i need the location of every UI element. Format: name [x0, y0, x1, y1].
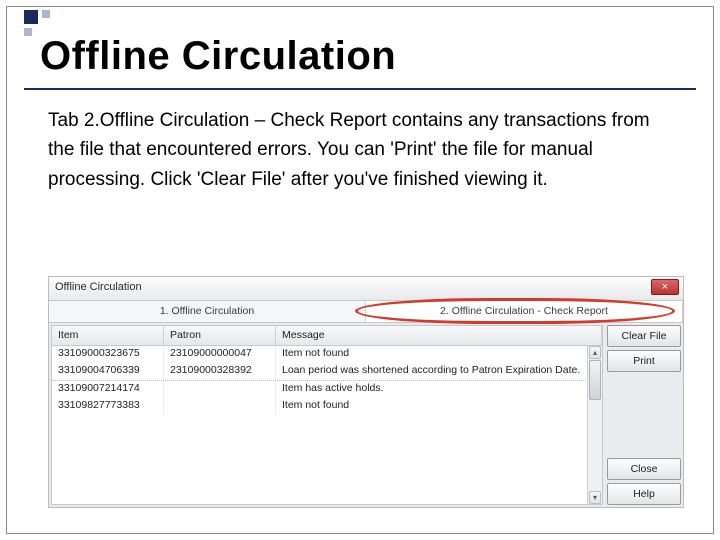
cell-patron: 23109000000047 [164, 346, 276, 363]
window-titlebar: Offline Circulation × [49, 277, 683, 301]
embedded-screenshot: Offline Circulation × 1. Offline Circula… [48, 276, 684, 508]
clear-file-button[interactable]: Clear File [607, 325, 681, 347]
cell-patron [164, 381, 276, 398]
cell-item: 33109000323675 [52, 346, 164, 363]
tab-bar: 1. Offline Circulation 2. Offline Circul… [49, 301, 683, 323]
slide-title: Offline Circulation [40, 34, 396, 79]
cell-item: 33109004706339 [52, 363, 164, 380]
col-patron[interactable]: Patron [164, 326, 276, 345]
close-icon: × [662, 281, 668, 293]
close-button[interactable]: Close [607, 458, 681, 480]
tab-label: 1. Offline Circulation [160, 305, 254, 317]
print-button[interactable]: Print [607, 350, 681, 372]
slide-body-text: Tab 2.Offline Circulation – Check Report… [48, 106, 680, 194]
scroll-thumb[interactable] [589, 360, 601, 400]
cell-patron: 23109000328392 [164, 363, 276, 380]
cell-patron [164, 398, 276, 415]
table-header: Item Patron Message [52, 326, 602, 346]
col-message[interactable]: Message [276, 326, 602, 345]
cell-message: Item not found [276, 346, 602, 363]
cell-message: Item has active holds. [276, 381, 602, 398]
report-table: Item Patron Message 33109000323675 23109… [51, 325, 603, 505]
table-row[interactable]: 33109000323675 23109000000047 Item not f… [52, 346, 602, 363]
cell-item: 33109827773383 [52, 398, 164, 415]
title-rule [24, 88, 696, 90]
scroll-up-icon[interactable]: ▴ [589, 346, 601, 359]
window-title: Offline Circulation [55, 281, 142, 293]
button-column: Clear File Print Close Help [605, 323, 683, 507]
col-item[interactable]: Item [52, 326, 164, 345]
table-body: 33109000323675 23109000000047 Item not f… [52, 346, 602, 415]
table-row[interactable]: 33109007214174 Item has active holds. [52, 381, 602, 398]
table-row[interactable]: 33109004706339 23109000328392 Loan perio… [52, 363, 602, 380]
window-close-button[interactable]: × [651, 279, 679, 295]
tab-check-report[interactable]: 2. Offline Circulation - Check Report [366, 301, 683, 322]
scroll-down-icon[interactable]: ▾ [589, 491, 601, 504]
cell-message: Loan period was shortened according to P… [276, 363, 602, 380]
cell-message: Item not found [276, 398, 602, 415]
help-button[interactable]: Help [607, 483, 681, 505]
vertical-scrollbar[interactable]: ▴ ▾ [587, 346, 602, 504]
table-row[interactable]: 33109827773383 Item not found [52, 398, 602, 415]
tab-offline-circulation[interactable]: 1. Offline Circulation [49, 301, 366, 322]
cell-item: 33109007214174 [52, 381, 164, 398]
tab-label: 2. Offline Circulation - Check Report [440, 305, 608, 317]
